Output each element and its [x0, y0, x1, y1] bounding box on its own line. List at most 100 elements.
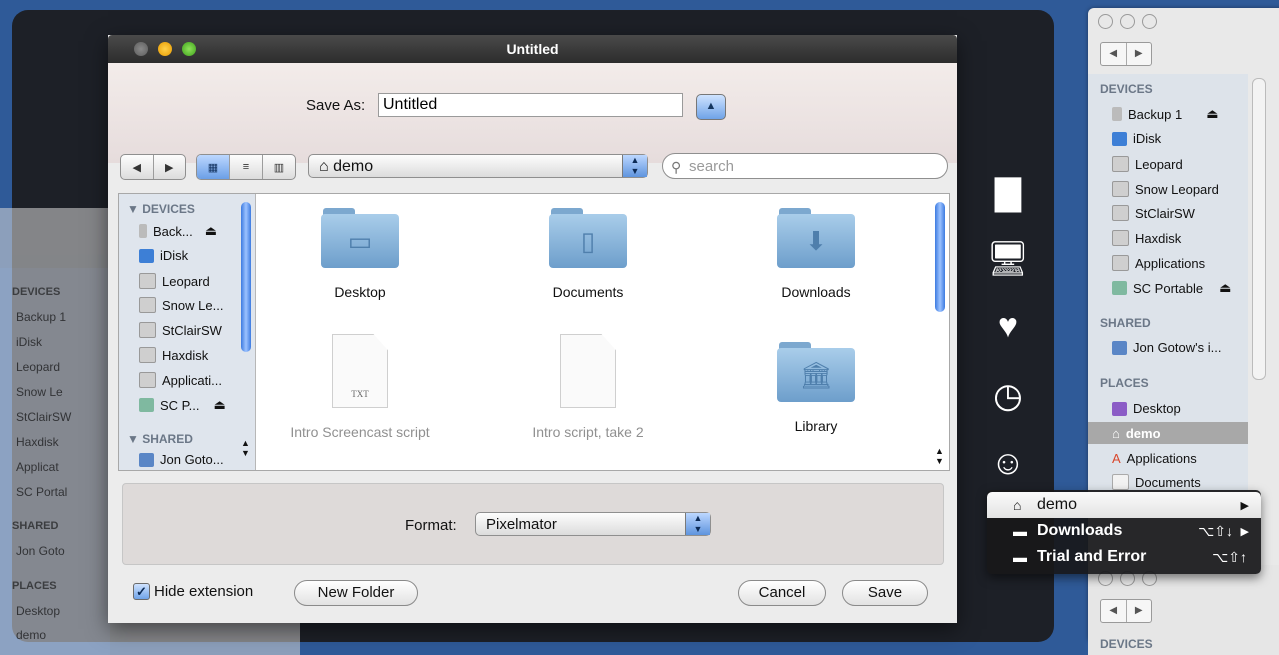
sidebar-item-leopard[interactable]: Leopard — [1112, 156, 1183, 172]
close-button[interactable] — [1098, 14, 1113, 29]
file-item[interactable]: ▭ Desktop — [270, 196, 450, 300]
txt-file-icon: TXT — [332, 334, 388, 408]
finder-icon[interactable]: ☺ — [985, 440, 1031, 486]
search-placeholder: search — [689, 158, 735, 175]
drive-icon — [139, 224, 147, 238]
home-icon: ⌂ — [319, 158, 329, 175]
sidebar-item-desktop[interactable]: Desktop — [1112, 401, 1181, 416]
sidebar-item-demo[interactable]: ⌂ demo — [1088, 422, 1248, 444]
save-button[interactable]: Save — [842, 580, 928, 606]
location-popup[interactable]: ⌂ demo ▲ ▼ — [308, 154, 648, 178]
format-popup[interactable]: Pixelmator ▲ ▼ — [475, 512, 711, 536]
ghost-device: Snow Le — [16, 385, 63, 399]
save-as-input[interactable] — [378, 93, 683, 117]
sidebar-item-snow-leopard[interactable]: Snow Le... — [139, 297, 223, 313]
sidebar-item-shared-computer[interactable]: Jon Gotow's i... — [1112, 340, 1221, 355]
menu-item-downloads[interactable]: ▬ Downloads ⌥⇧↓ ▶ — [987, 518, 1261, 544]
hide-extension-label[interactable]: Hide extension — [154, 583, 253, 600]
computer-icon[interactable]: 🖥 — [985, 236, 1031, 282]
menu-item-shortcut: ⌥⇧↑ — [1212, 548, 1247, 565]
column-view-icon[interactable]: ▥ — [262, 155, 295, 179]
hard-drive-icon — [1112, 255, 1129, 271]
eject-icon[interactable]: ⏏ — [214, 397, 226, 413]
sidebar-item-haxdisk[interactable]: Haxdisk — [139, 347, 208, 363]
icon-view-icon[interactable]: ▦ — [197, 155, 229, 179]
ghost-device: Haxdisk — [16, 435, 59, 449]
search-icon: ⚲ — [671, 159, 682, 175]
chevron-up-icon: ▲ — [705, 100, 717, 112]
forward-arrow-icon[interactable]: ▶ — [152, 155, 186, 179]
sidebar-item-haxdisk[interactable]: Haxdisk — [1112, 230, 1181, 246]
back-arrow-icon[interactable]: ◀ — [1101, 600, 1126, 622]
idisk-icon — [1112, 131, 1127, 146]
ghost-device: Backup 1 — [16, 310, 67, 324]
sidebar-item-applications-place[interactable]: A Applications — [1112, 451, 1197, 466]
minimize-button[interactable] — [1120, 14, 1135, 29]
sidebar-item-sc-portable[interactable]: SC Portable ⏏ — [1112, 280, 1231, 296]
back-forward-control[interactable]: ◀ ▶ — [1100, 42, 1152, 66]
sidebar-item-idisk[interactable]: iDisk — [139, 248, 188, 263]
sidebar-item-backup[interactable]: Back... ⏏ — [139, 223, 217, 239]
sidebar-item-label: iDisk — [160, 248, 189, 263]
hide-extension-checkbox[interactable]: ✓ — [133, 583, 150, 600]
back-arrow-icon[interactable]: ◀ — [1101, 43, 1126, 65]
sidebar-item-backup[interactable]: Backup 1 ⏏ — [1112, 106, 1219, 122]
scroll-arrows-icon[interactable]: ▲ ▼ — [935, 446, 944, 466]
forward-arrow-icon[interactable]: ▶ — [1125, 600, 1152, 622]
favorites-heart-icon[interactable]: ♥ — [985, 303, 1031, 349]
search-field[interactable]: ⚲ search — [662, 153, 948, 179]
sidebar-item-documents[interactable]: Documents — [1112, 474, 1201, 490]
close-button[interactable] — [134, 42, 148, 56]
sidebar-item-label: StClairSW — [1135, 205, 1195, 221]
new-folder-button[interactable]: New Folder — [294, 580, 418, 606]
ghost-device: StClairSW — [16, 410, 72, 424]
collapse-dialog-button[interactable]: ▲ — [696, 94, 726, 120]
sidebar-item-sc-portable[interactable]: SC P... ⏏ — [139, 397, 226, 413]
sidebar-item-label: demo — [1125, 425, 1161, 441]
sidebar-item-stclairsw[interactable]: StClairSW — [139, 322, 222, 338]
scroll-arrows-icon[interactable]: ▲ ▼ — [241, 438, 250, 458]
sidebar-item-label: Back... — [153, 223, 193, 239]
zoom-button[interactable] — [1142, 14, 1157, 29]
recent-clock-icon[interactable]: ◷ — [985, 373, 1031, 419]
scroll-thumb[interactable] — [935, 202, 945, 312]
file-item[interactable]: ▯ Documents — [498, 196, 678, 300]
menu-item-demo[interactable]: ⌂ demo ▶ — [987, 492, 1261, 518]
menu-item-label: Trial and Error — [1037, 548, 1147, 565]
file-grid-scrollbar[interactable]: ▲ ▼ — [935, 198, 947, 466]
sidebar-scrollbar[interactable] — [1252, 78, 1266, 380]
library-folder-icon: 🏛 — [777, 342, 855, 402]
back-forward-control[interactable]: ◀ ▶ — [120, 154, 186, 180]
eject-icon[interactable]: ⏏ — [205, 223, 217, 239]
hard-drive-icon — [139, 322, 156, 338]
file-item[interactable]: ⬇ Downloads — [726, 196, 906, 300]
sidebar-item-label: Applications — [1126, 451, 1197, 466]
downloads-folder-icon: ⬇ — [777, 208, 855, 268]
eject-icon[interactable]: ⏏ — [1206, 106, 1218, 122]
sidebar-item-leopard[interactable]: Leopard — [139, 273, 210, 289]
scroll-thumb[interactable] — [241, 202, 251, 352]
cancel-button[interactable]: Cancel — [738, 580, 826, 606]
sidebar-scrollbar[interactable]: ▲ ▼ — [241, 198, 253, 458]
format-label: Format: — [405, 517, 457, 534]
back-forward-control[interactable]: ◀ ▶ — [1100, 599, 1152, 623]
file-item[interactable]: 🏛 Library — [726, 330, 906, 434]
sidebar-item-stclairsw[interactable]: StClairSW — [1112, 205, 1195, 221]
sidebar-item-applications[interactable]: Applicati... — [139, 372, 222, 388]
home-icon: ⌂ — [1013, 497, 1022, 513]
menu-item-trial-and-error[interactable]: ▬ Trial and Error ⌥⇧↑ — [987, 544, 1261, 570]
finder-sidebar: DEVICES Backup 1 ⏏ iDisk Leopard Snow Leo… — [1088, 74, 1248, 494]
documents-icon[interactable]: ▇ — [985, 170, 1031, 216]
forward-arrow-icon[interactable]: ▶ — [1125, 43, 1152, 65]
sidebar-item-snow-leopard[interactable]: Snow Leopard — [1112, 181, 1219, 197]
eject-icon[interactable]: ⏏ — [1219, 280, 1231, 296]
sidebar-item-idisk[interactable]: iDisk — [1112, 131, 1161, 146]
sidebar-item-shared-computer[interactable]: Jon Goto... — [139, 452, 224, 467]
sidebar-item-applications[interactable]: Applications — [1112, 255, 1205, 271]
list-view-icon[interactable]: ≡ — [229, 155, 262, 179]
view-mode-control[interactable]: ▦ ≡ ▥ — [196, 154, 296, 180]
back-arrow-icon[interactable]: ◀ — [121, 155, 153, 179]
minimize-button[interactable] — [158, 42, 172, 56]
zoom-button[interactable] — [182, 42, 196, 56]
file-item: TXT Intro Screencast script — [270, 332, 450, 440]
